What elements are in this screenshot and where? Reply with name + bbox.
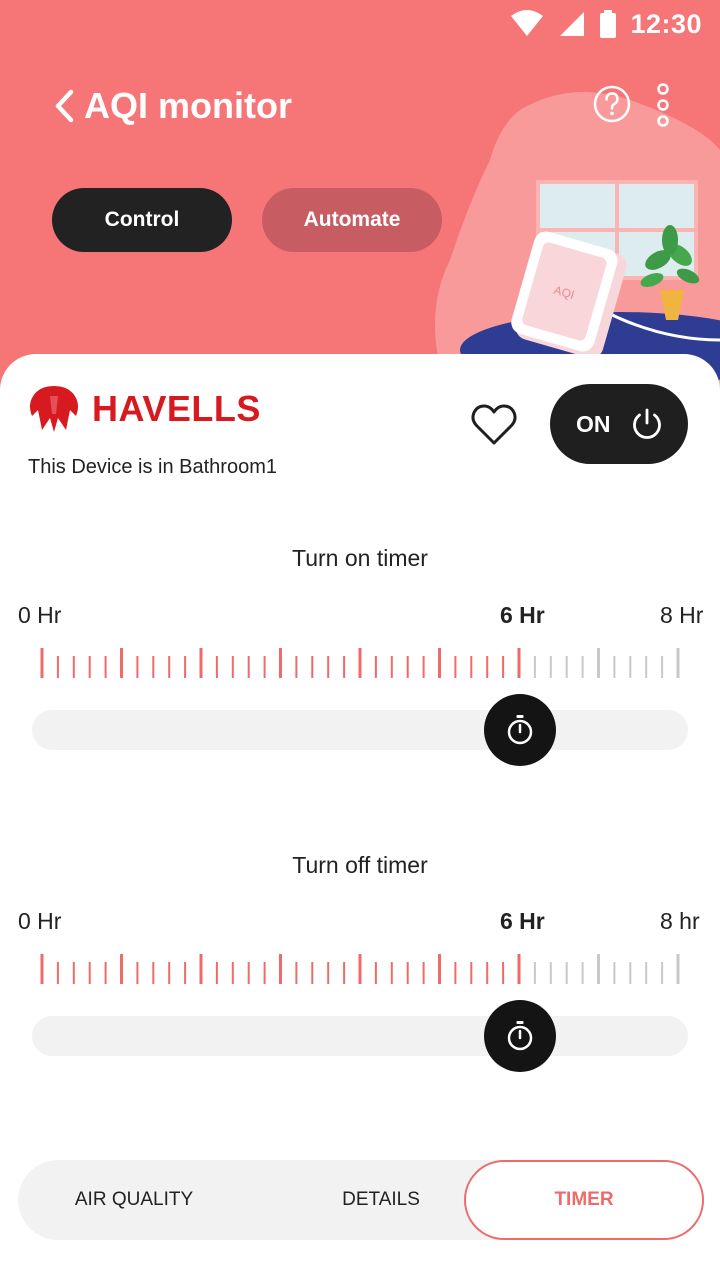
device-location-text: This Device is in Bathroom1 (28, 456, 277, 478)
turn-off-timer-max-label: 8 hr (660, 908, 700, 934)
tab-details[interactable]: DETAILS (276, 1160, 486, 1240)
turn-on-timer-handle[interactable] (484, 694, 556, 766)
turn-off-timer-min-label: 0 Hr (18, 908, 62, 934)
turn-off-timer-title: Turn off timer (292, 852, 428, 878)
turn-off-timer-scale (40, 954, 680, 984)
signal-icon (560, 12, 585, 36)
help-icon[interactable] (592, 84, 632, 124)
turn-off-timer-handle[interactable] (484, 1000, 556, 1072)
device-card (0, 354, 720, 1280)
power-toggle-button[interactable]: ON (550, 384, 688, 464)
tab-air-quality[interactable]: AIR QUALITY (18, 1160, 250, 1240)
turn-on-timer-track[interactable] (32, 710, 688, 750)
back-button[interactable] (44, 80, 84, 132)
turn-on-timer-scale (40, 648, 680, 678)
wifi-icon (511, 10, 544, 36)
stopwatch-icon (507, 715, 533, 745)
chevron-left-icon (55, 89, 74, 123)
more-options-icon[interactable] (650, 82, 676, 128)
heart-icon[interactable] (470, 402, 518, 448)
tab-timer[interactable]: TIMER (464, 1160, 704, 1240)
brand-name: HAVELLS (92, 388, 261, 429)
status-time: 12:30 (630, 8, 702, 39)
battery-icon (600, 10, 617, 38)
turn-on-timer-title: Turn on timer (292, 545, 428, 571)
control-tab-button[interactable]: Control (52, 188, 232, 252)
power-icon (633, 408, 661, 439)
stopwatch-icon (507, 1021, 533, 1051)
automate-tab-button[interactable]: Automate (262, 188, 442, 252)
turn-off-timer-current-label: 6 Hr (500, 908, 545, 934)
havells-logo: HAVELLS (28, 384, 278, 434)
status-bar: 12:30 (510, 6, 702, 42)
page-title: AQI monitor (84, 85, 292, 126)
header: AQI 12:30 AQI monitor Control Automate (0, 0, 720, 400)
turn-off-timer-track[interactable] (32, 1016, 688, 1056)
turn-on-timer-current-label: 6 Hr (500, 602, 545, 628)
turn-on-timer-max-label: 8 Hr (660, 602, 704, 628)
power-state-label: ON (576, 410, 611, 437)
havells-emblem-icon (30, 386, 78, 432)
bottom-tab-bar: AIR QUALITY DETAILS TIMER (18, 1160, 704, 1240)
turn-on-timer-min-label: 0 Hr (18, 602, 62, 628)
